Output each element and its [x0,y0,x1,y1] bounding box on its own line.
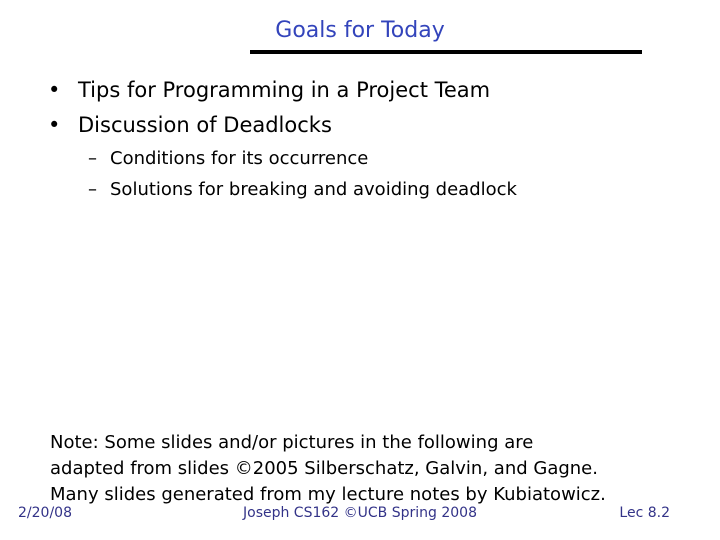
footer-course-text: Joseph CS162 ©UCB Spring 2008 [243,505,477,521]
bullet-marker: • [48,78,61,102]
bullet-list: • Tips for Programming in a Project Team … [48,74,517,206]
note-line: adapted from slides ©2005 Silberschatz, … [50,458,598,479]
sub-bullet-item: – Solutions for breaking and avoiding dea… [88,175,517,206]
attribution-note: Note: Some slides and/or pictures in the… [50,430,606,508]
sub-bullet-text: Conditions for its occurrence [110,148,369,169]
bullet-text: Discussion of Deadlocks [78,113,332,137]
bullet-item: • Tips for Programming in a Project Team [48,74,517,109]
footer-course: Joseph CS162 ©UCB Spring 2008 [0,505,720,521]
title-underline [250,50,642,54]
footer-lecture-number: Lec 8.2 [619,505,670,521]
note-line: Note: Some slides and/or pictures in the… [50,432,534,453]
slide-title: Goals for Today [0,18,720,43]
slide-title-text: Goals for Today [275,18,445,43]
sub-bullet-marker: – [88,179,97,200]
sub-bullet-text: Solutions for breaking and avoiding dead… [110,179,517,200]
bullet-marker: • [48,113,61,137]
sub-bullet-marker: – [88,148,97,169]
bullet-item: • Discussion of Deadlocks [48,109,517,144]
bullet-text: Tips for Programming in a Project Team [78,78,491,102]
sub-bullet-item: – Conditions for its occurrence [88,144,517,175]
